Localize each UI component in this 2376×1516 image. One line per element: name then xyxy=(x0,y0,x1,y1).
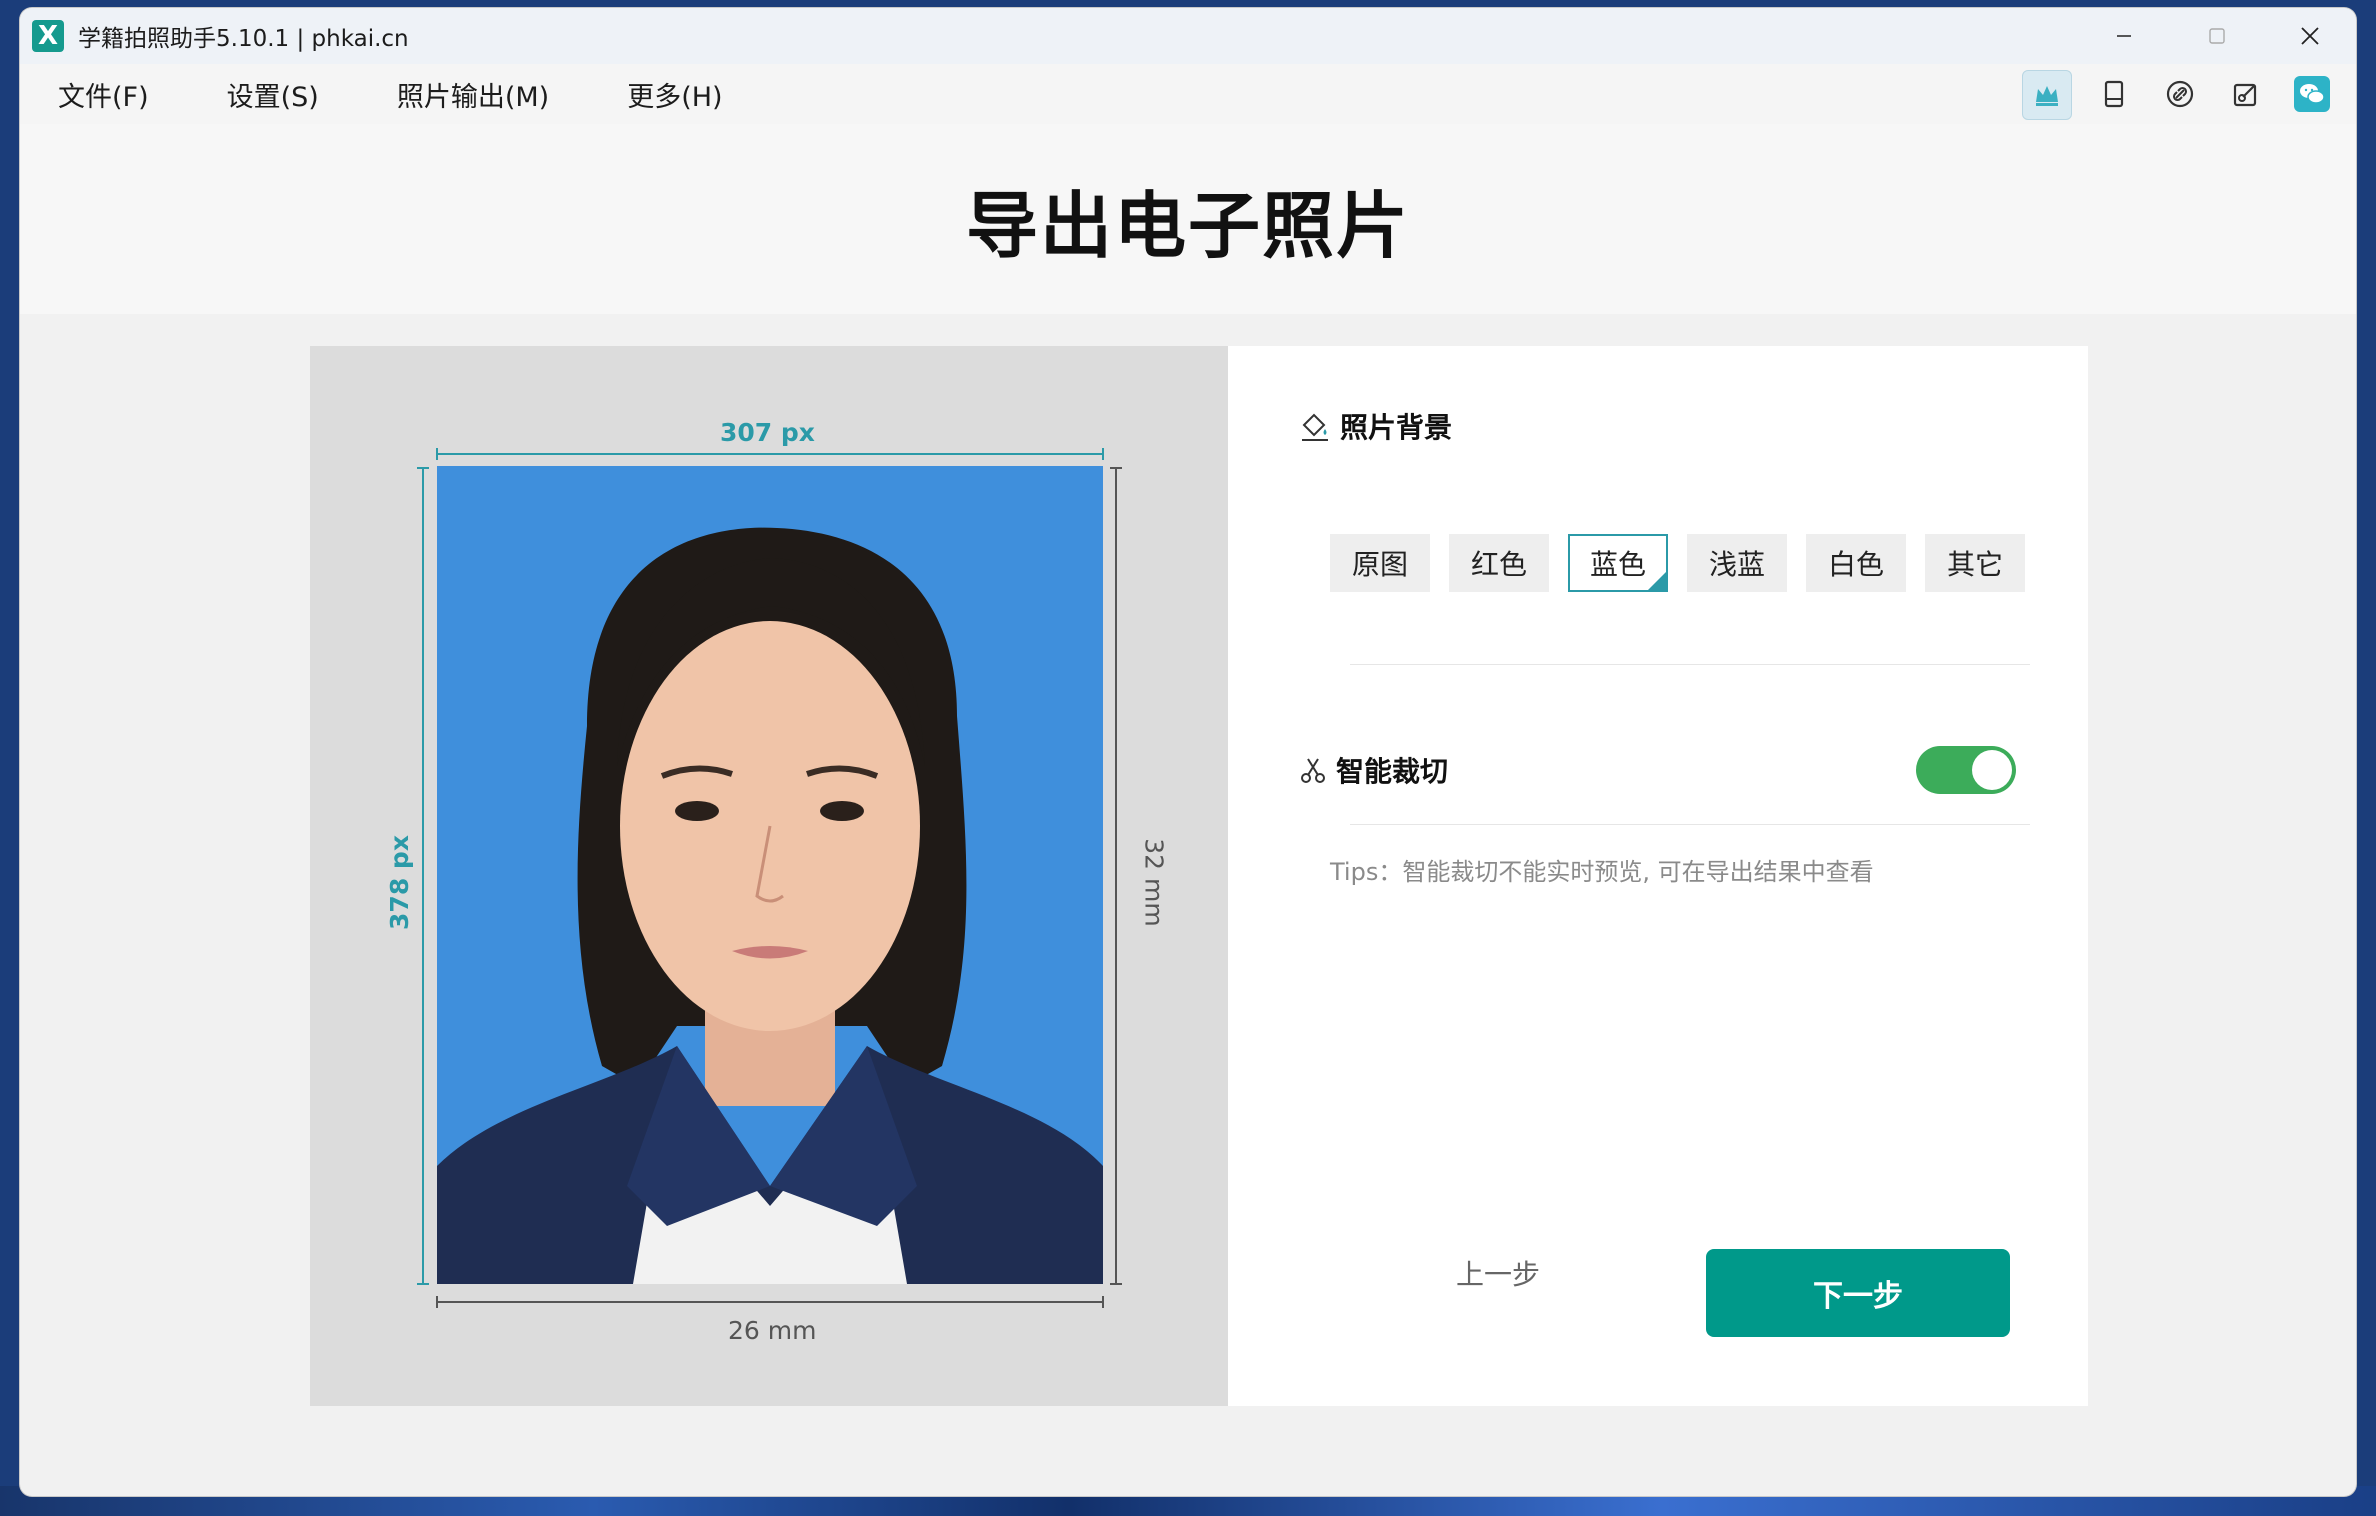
minimize-icon xyxy=(2116,35,2131,37)
app-logo: X xyxy=(32,20,64,52)
edit-share-icon xyxy=(2233,83,2257,107)
smart-crop-tips: Tips：智能裁切不能实时预览, 可在导出结果中查看 xyxy=(1330,858,1874,886)
toggle-knob xyxy=(1972,750,2012,790)
previous-step-button[interactable]: 上一步 xyxy=(1398,1244,1598,1302)
smart-crop-toggle[interactable] xyxy=(1916,746,2016,794)
link-icon xyxy=(2166,80,2194,108)
smart-crop-divider xyxy=(1350,824,2030,825)
title-bar: X 学籍拍照助手5.10.1 | phkai.cn xyxy=(20,8,2356,64)
window-title: 学籍拍照助手5.10.1 | phkai.cn xyxy=(78,26,409,52)
menu-more[interactable]: 更多(H) xyxy=(627,75,722,114)
next-step-button[interactable]: 下一步 xyxy=(1706,1249,2010,1337)
section-divider xyxy=(1350,664,2030,665)
wechat-button[interactable] xyxy=(2288,70,2336,118)
height-px-dimension-line xyxy=(417,467,429,1285)
height-mm-dimension-line xyxy=(1110,467,1122,1285)
smart-crop-label: 智能裁切 xyxy=(1336,755,1449,788)
page-header: 导出电子照片 xyxy=(20,124,2356,314)
width-mm-label: 26 mm xyxy=(728,1316,817,1345)
menu-file[interactable]: 文件(F) xyxy=(58,75,149,114)
paint-bucket-icon xyxy=(1302,413,1328,441)
scissors-icon xyxy=(1301,758,1325,783)
bg-option-original[interactable]: 原图 xyxy=(1330,534,1430,592)
window-controls xyxy=(2077,8,2356,64)
background-options: 原图 红色 蓝色 浅蓝 白色 其它 xyxy=(1330,534,2025,592)
vip-button[interactable] xyxy=(2022,70,2072,120)
height-mm-label: 32 mm xyxy=(1139,838,1169,927)
photo-preview-panel: 307 px 378 px 32 mm 26 mm xyxy=(310,346,1228,1406)
bg-option-white[interactable]: 白色 xyxy=(1806,534,1906,592)
link-button[interactable] xyxy=(2156,70,2204,118)
menu-settings[interactable]: 设置(S) xyxy=(227,75,319,114)
bg-option-red[interactable]: 红色 xyxy=(1449,534,1549,592)
menu-photo-output[interactable]: 照片输出(M) xyxy=(397,75,549,114)
height-px-label: 378 px xyxy=(384,835,414,930)
portrait-illustration xyxy=(437,527,1103,1284)
background-section-title: 照片背景 xyxy=(1340,411,1453,444)
crown-icon xyxy=(2036,86,2058,106)
background-section-header: 照片背景 xyxy=(1298,406,1452,446)
close-icon xyxy=(2300,27,2319,45)
toolbar-icons xyxy=(2022,70,2336,120)
bg-option-other[interactable]: 其它 xyxy=(1925,534,2025,592)
tablet-button[interactable] xyxy=(2090,70,2138,118)
minimize-button[interactable] xyxy=(2077,8,2170,64)
page-title: 导出电子照片 xyxy=(965,183,1410,268)
settings-panel: 照片背景 原图 红色 蓝色 浅蓝 白色 其它 智能裁切 Tips：智能裁切不能实… xyxy=(1228,346,2088,1406)
close-button[interactable] xyxy=(2263,8,2356,64)
maximize-icon xyxy=(2208,28,2225,44)
tablet-icon xyxy=(2104,80,2124,108)
width-mm-dimension-line xyxy=(436,1296,1104,1308)
bg-option-blue[interactable]: 蓝色 xyxy=(1568,534,1668,592)
width-px-label: 307 px xyxy=(720,418,815,447)
maximize-button[interactable] xyxy=(2170,8,2263,64)
edit-share-button[interactable] xyxy=(2222,70,2270,118)
width-px-dimension-line xyxy=(436,448,1104,460)
bg-option-light-blue[interactable]: 浅蓝 xyxy=(1687,534,1787,592)
wechat-icon xyxy=(2294,76,2330,112)
smart-crop-header: 智能裁切 xyxy=(1298,750,1448,790)
menu-bar: 文件(F) 设置(S) 照片输出(M) 更多(H) xyxy=(20,64,2356,124)
id-photo xyxy=(437,466,1103,1284)
app-window: X 学籍拍照助手5.10.1 | phkai.cn 文件(F) 设置(S) 照片… xyxy=(20,8,2356,1496)
